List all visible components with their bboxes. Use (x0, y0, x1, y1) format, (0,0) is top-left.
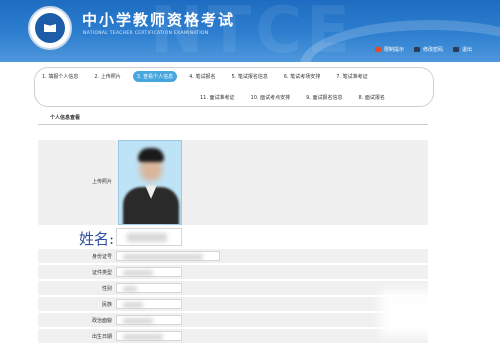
ethnicity-row: 民族 (38, 297, 428, 312)
political-status-value (116, 315, 182, 325)
step-11[interactable]: 11. 面试准考证 (196, 92, 239, 103)
name-row: 姓名: (38, 226, 428, 248)
alert-link[interactable]: 限制提示 (374, 46, 404, 53)
step-6[interactable]: 6. 笔试考场安排 (280, 71, 324, 82)
site-logo-icon (28, 6, 72, 50)
step-9[interactable]: 9. 面试报名信息 (302, 92, 346, 103)
name-label: 姓名: (78, 230, 114, 248)
alert-icon (374, 47, 381, 52)
gender-value (116, 283, 182, 293)
step-4[interactable]: 4. 笔试报名 (185, 71, 219, 82)
blurred-watermark-area (380, 290, 488, 336)
step-3[interactable]: 3. 查看个人信息 (132, 71, 178, 82)
applicant-photo (118, 140, 182, 225)
site-header: NTCE 中小学教师资格考试 NATIONAL TEACHER CERTIFIC… (0, 0, 500, 62)
name-value (116, 228, 182, 246)
ethnicity-label: 民族 (101, 302, 112, 308)
exit-icon (452, 47, 459, 52)
step-8[interactable]: 8. 面试报名 (354, 92, 388, 103)
alert-link-label: 限制提示 (383, 47, 404, 53)
id-number-label: 身份证号 (91, 254, 112, 260)
gender-row: 性别 (38, 281, 428, 296)
logout-label: 退出 (461, 47, 472, 53)
birth-date-label: 出生日期 (91, 334, 112, 340)
id-number-value (116, 251, 220, 261)
step-1[interactable]: 1. 填报个人信息 (38, 71, 82, 82)
id-number-row: 身份证号 (38, 249, 428, 264)
change-password-label: 修改密码 (422, 47, 443, 53)
birth-date-value (116, 331, 182, 341)
step-10[interactable]: 10. 面试考点安排 (247, 92, 295, 103)
cert-type-value (116, 267, 182, 277)
site-title: 中小学教师资格考试 (82, 11, 236, 29)
site-subtitle: NATIONAL TEACHER CERTIFICATION EXAMINATI… (83, 31, 209, 36)
birth-date-row: 出生日期 (38, 329, 428, 344)
header-links: 限制提示 修改密码 退出 (374, 46, 472, 53)
section-divider (38, 124, 428, 125)
step-5[interactable]: 5. 笔试报名信息 (228, 71, 272, 82)
change-password-link[interactable]: 修改密码 (413, 46, 443, 53)
step-navigation: 1. 填报个人信息 2. 上传照片 3. 查看个人信息 4. 笔试报名 5. 笔… (0, 62, 500, 108)
steps-row-bottom: 11. 面试准考证 10. 面试考点安排 9. 面试报名信息 8. 面试报名 (196, 92, 389, 103)
ethnicity-value (116, 299, 182, 309)
steps-row-top: 1. 填报个人信息 2. 上传照片 3. 查看个人信息 4. 笔试报名 5. 笔… (38, 71, 372, 82)
political-status-label: 政治面貌 (91, 318, 112, 324)
photo-label: 上传照片 (91, 179, 112, 185)
key-icon (413, 47, 420, 52)
political-status-row: 政治面貌 (38, 313, 428, 328)
step-7[interactable]: 7. 笔试准考证 (332, 71, 371, 82)
photo-row: 上传照片 (38, 140, 428, 226)
gender-label: 性别 (101, 286, 112, 292)
cert-type-label: 证件类型 (91, 270, 112, 276)
step-2[interactable]: 2. 上传照片 (90, 71, 124, 82)
logout-link[interactable]: 退出 (452, 46, 472, 53)
section-title: 个人信息查看 (50, 115, 81, 121)
cert-type-row: 证件类型 (38, 265, 428, 280)
